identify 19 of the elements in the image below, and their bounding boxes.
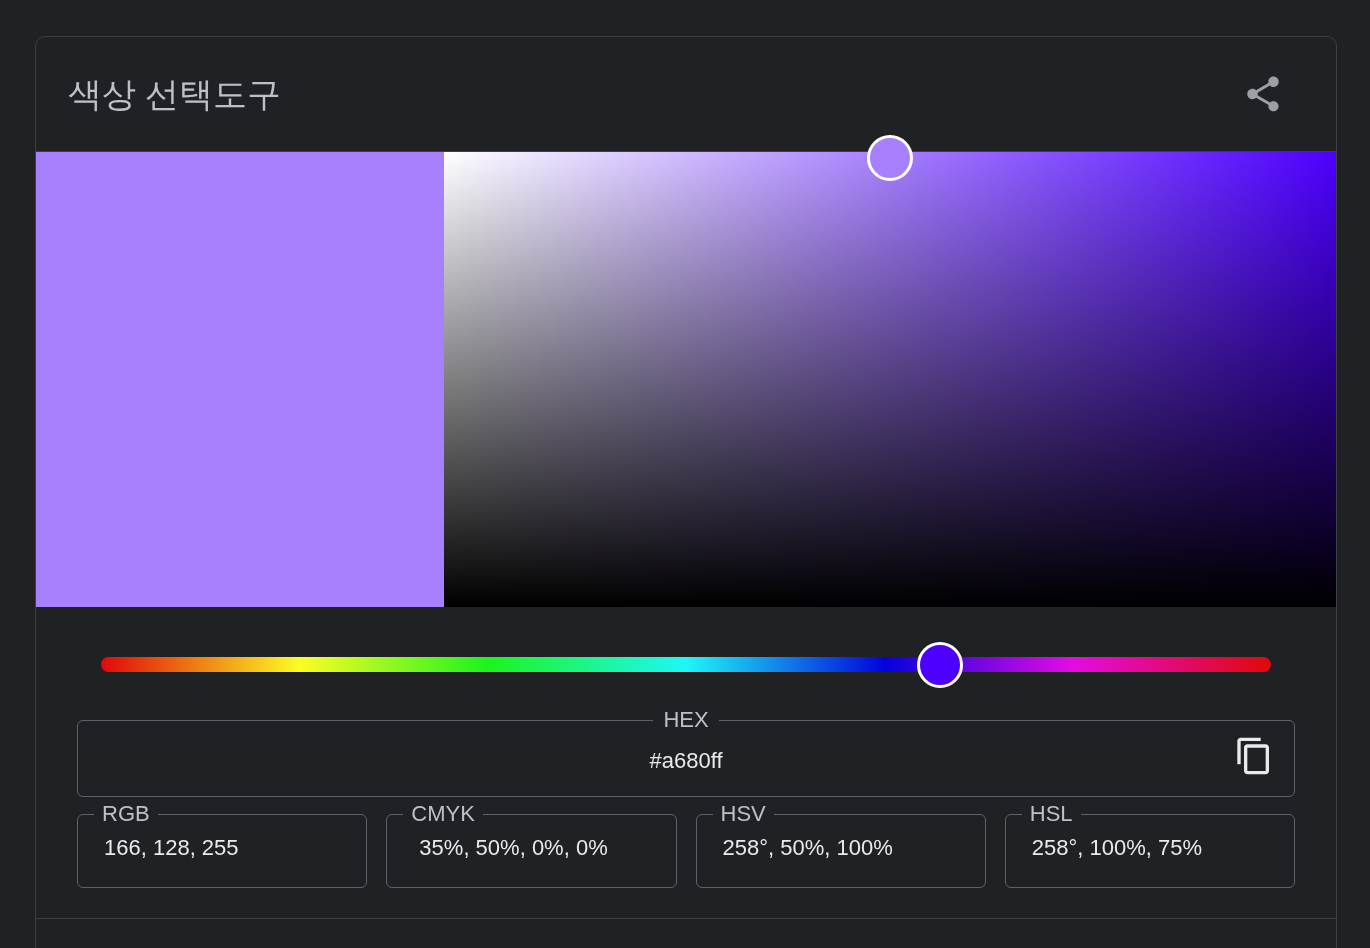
card-title: 색상 선택도구 — [68, 73, 282, 115]
hex-field[interactable]: HEX #a680ff — [77, 709, 1295, 797]
format-value: 166, 128, 255 — [104, 834, 240, 862]
hue-slider[interactable] — [101, 641, 1271, 688]
color-format-field[interactable]: HSL 258°, 100%, 75% — [1004, 803, 1295, 888]
format-label: HSV — [719, 803, 767, 825]
format-label: CMYK — [410, 803, 476, 825]
format-value: 258°, 100%, 75% — [1031, 834, 1203, 862]
color-format-field[interactable]: CMYK 35%, 50%, 0%, 0% — [386, 803, 677, 888]
format-label: HSL — [1028, 803, 1074, 825]
hex-label: HEX — [662, 709, 710, 731]
color-gradient-area[interactable] — [444, 152, 1336, 607]
format-label: RGB — [101, 803, 151, 825]
hex-value: #a680ff — [649, 747, 723, 775]
format-value: 258°, 50%, 100% — [722, 834, 894, 862]
format-value: 35%, 50%, 0%, 0% — [418, 834, 609, 862]
picker-handle[interactable] — [867, 135, 913, 181]
color-format-field[interactable]: RGB 166, 128, 255 — [77, 803, 368, 888]
color-format-field[interactable]: HSV 258°, 50%, 100% — [695, 803, 986, 888]
